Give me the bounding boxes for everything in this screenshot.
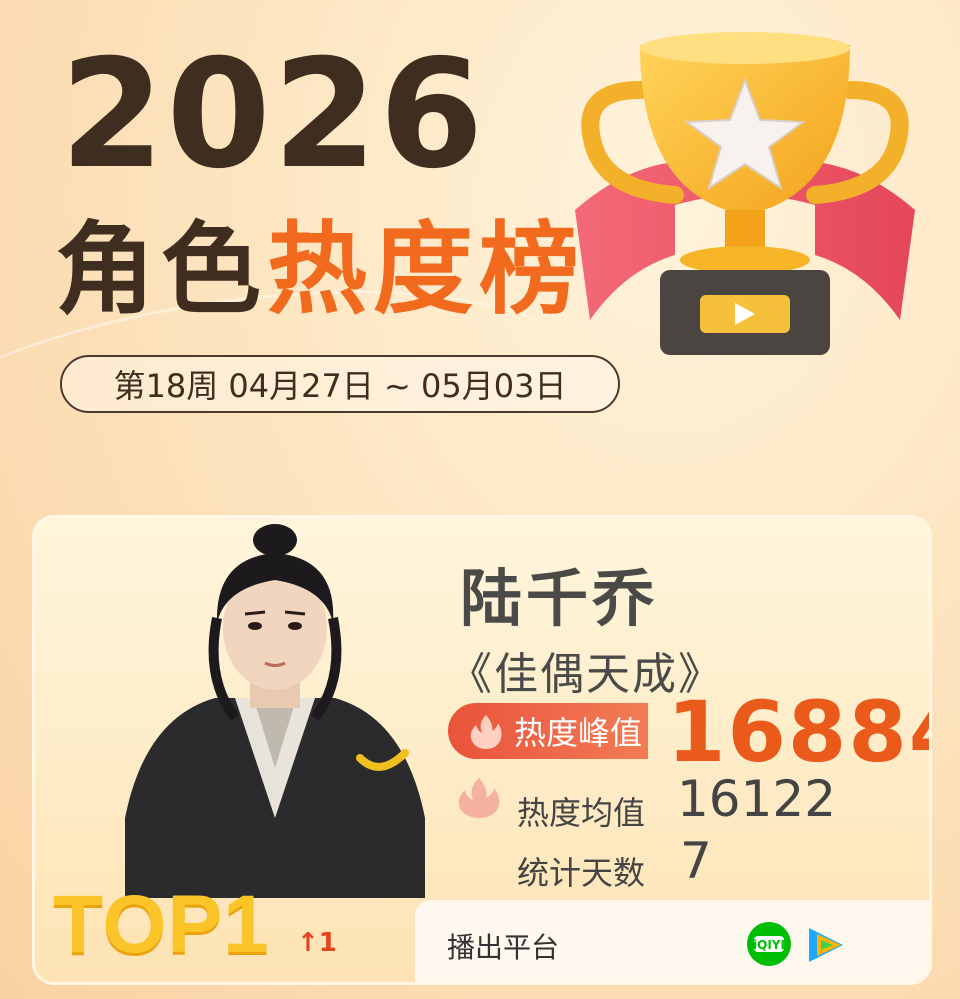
week-range-text: 第18周 04月27日 ~ 05月03日 — [113, 367, 567, 405]
svg-text:iQIYI: iQIYI — [753, 938, 785, 952]
flame-icon — [458, 778, 500, 818]
week-range-pill: 第18周 04月27日 ~ 05月03日 — [60, 355, 620, 413]
rank-change-indicator: ↑1 — [297, 928, 337, 958]
ranking-card[interactable]: 陆千乔 《佳偶天成》 热度峰值 16884 热度均值 16122 统计天数 7 … — [32, 515, 932, 985]
title-part-role: 角色 — [55, 211, 267, 328]
avg-heat-label: 热度均值 — [517, 794, 646, 832]
ranking-title: 角色热度榜 — [55, 220, 585, 320]
title-part-hot-ranking: 热度榜 — [267, 211, 585, 328]
flame-icon — [470, 715, 502, 749]
peak-heat-badge: 热度峰值 — [448, 703, 648, 759]
days-count-label: 统计天数 — [517, 854, 646, 892]
trophy-icon — [575, 32, 915, 355]
character-name: 陆千乔 — [460, 562, 659, 635]
peak-heat-value: 16884 — [667, 683, 929, 781]
character-portrait — [125, 524, 425, 898]
year-heading: 2026 — [60, 28, 486, 202]
iqiyi-icon[interactable]: iQIYI — [745, 920, 793, 968]
tencent-video-icon[interactable] — [803, 922, 849, 968]
rank-label: TOP1 — [53, 879, 270, 970]
days-count-value: 7 — [680, 832, 712, 890]
platform-bar: 播出平台 iQIYI — [415, 900, 929, 982]
platform-label: 播出平台 — [447, 931, 560, 964]
peak-heat-label: 热度峰值 — [514, 714, 643, 752]
avg-heat-value: 16122 — [677, 770, 837, 828]
